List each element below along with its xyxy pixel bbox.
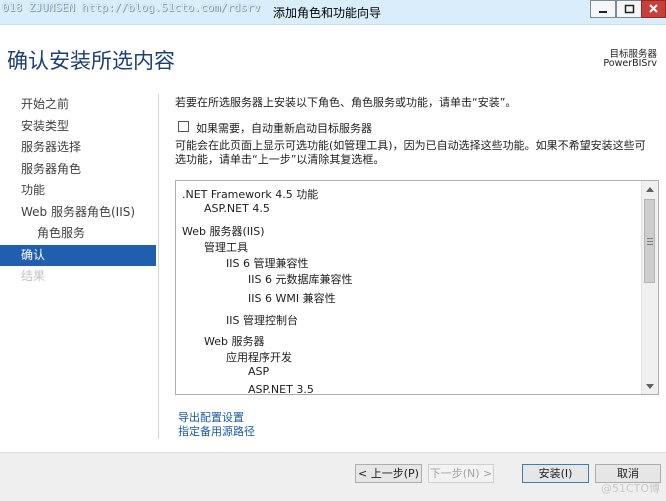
selection-list[interactable]: .NET Framework 4.5 功能 ASP.NET 4.5 Web 服务… [175, 180, 659, 395]
intro-text: 若要在所选服务器上安装以下角色、角色服务或功能，请单击“安装”。 [175, 96, 517, 109]
alternate-source-link[interactable]: 指定备用源路径 [178, 423, 255, 439]
list-item: ASP.NET 3.5 [248, 383, 314, 394]
minimize-icon [599, 11, 607, 13]
close-icon [649, 4, 658, 13]
page-title: 确认安装所选内容 [7, 49, 175, 73]
minimize-button[interactable] [590, 0, 616, 18]
nav-item-role-services[interactable]: 角色服务 [0, 223, 156, 245]
scroll-thumb[interactable] [644, 199, 655, 283]
nav-item-features[interactable]: 功能 [0, 180, 156, 202]
nav-item-results: 结果 [21, 269, 46, 283]
watermark-text: 018 ZJUNSEN http://blog.51cto.com/rdsrv [2, 1, 261, 14]
next-button: 下一步(N) > [428, 464, 494, 483]
nav-divider [158, 94, 159, 439]
list-item: ASP.NET 4.5 [204, 202, 270, 215]
maximize-button[interactable] [616, 0, 642, 18]
list-item: IIS 6 WMI 兼容性 [248, 292, 336, 305]
restart-checkbox[interactable] [178, 121, 189, 132]
list-item: Web 服务器 [204, 335, 265, 348]
target-server-name: PowerBISrv [603, 58, 657, 69]
nav-item-web-server-role[interactable]: Web 服务器角色(IIS) [0, 202, 156, 224]
list-item: IIS 管理控制台 [226, 314, 298, 327]
nav-item-before-you-begin[interactable]: 开始之前 [0, 94, 156, 116]
watermark-bottom: @51CTO博 [600, 482, 660, 495]
install-button[interactable]: 安装(I) [522, 464, 589, 483]
list-item: IIS 6 元数据库兼容性 [248, 273, 353, 286]
list-item: .NET Framework 4.5 功能 [182, 188, 319, 201]
close-button[interactable] [641, 0, 666, 18]
wizard-steps-nav: 开始之前 安装类型 服务器选择 服务器角色 功能 Web 服务器角色(IIS) … [0, 94, 156, 288]
scroll-up-button[interactable] [642, 181, 658, 197]
maximize-icon [624, 4, 635, 14]
scroll-up-icon [646, 186, 654, 192]
scroll-grip-icon [646, 237, 653, 245]
list-item: 管理工具 [204, 241, 248, 254]
title-bar[interactable]: 018 ZJUNSEN http://blog.51cto.com/rdsrv … [0, 0, 666, 25]
wizard-footer: < 上一步(P) 下一步(N) > 安装(I) 取消 @51CTO博 [0, 452, 666, 501]
list-item: Web 服务器(IIS) [182, 225, 265, 238]
restart-checkbox-label[interactable]: 如果需要，自动重新启动目标服务器 [196, 120, 372, 136]
previous-button[interactable]: < 上一步(P) [355, 464, 422, 483]
nav-item-confirmation[interactable]: 确认 [0, 244, 156, 266]
scroll-down-icon [646, 383, 654, 389]
optional-features-note: 可能会在此页面上显示可选功能(如管理工具)，因为已自动选择这些功能。如果不希望安… [175, 139, 646, 166]
scroll-down-button[interactable] [642, 378, 658, 394]
window-title: 添加角色和功能向导 [273, 6, 382, 20]
list-item: ASP [248, 365, 270, 378]
nav-item-server-selection[interactable]: 服务器选择 [0, 137, 156, 159]
list-item: 应用程序开发 [226, 351, 292, 364]
nav-item-installation-type[interactable]: 安装类型 [0, 116, 156, 138]
nav-item-server-roles[interactable]: 服务器角色 [0, 159, 156, 181]
list-scrollbar[interactable] [641, 181, 658, 394]
list-item: IIS 6 管理兼容性 [226, 257, 309, 270]
